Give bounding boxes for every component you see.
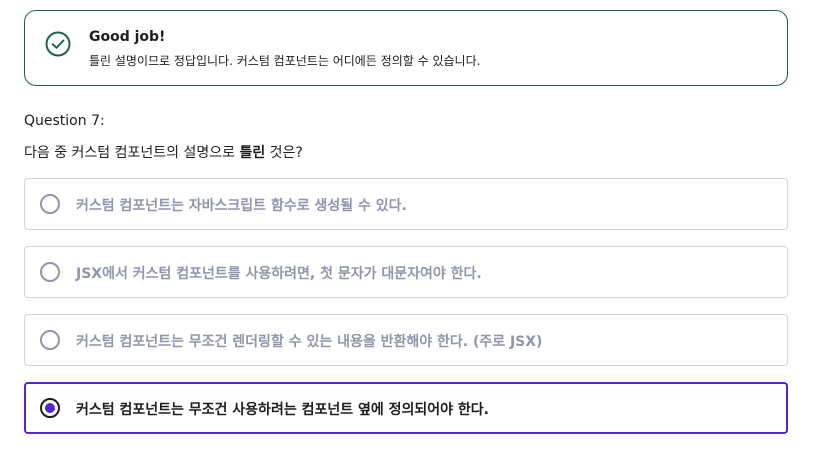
answer-option-4[interactable]: 커스텀 컴포넌트는 무조건 사용하려는 컴포넌트 옆에 정의되어야 한다. — [24, 382, 788, 434]
question-label: Question 7: — [24, 113, 105, 129]
answer-option-label: 커스텀 컴포넌트는 무조건 사용하려는 컴포넌트 옆에 정의되어야 한다. — [76, 402, 489, 418]
question-text: 다음 중 커스텀 컴포넌트의 설명으로 틀린 것은? — [24, 142, 303, 162]
answer-option-label: 커스텀 컴포넌트는 무조건 렌더링할 수 있는 내용을 반환해야 한다. (주로… — [76, 334, 543, 350]
answer-option-label: 커스텀 컴포넌트는 자바스크립트 함수로 생성될 수 있다. — [76, 198, 407, 214]
question-text-before: 다음 중 커스텀 컴포넌트의 설명으로 — [24, 145, 240, 161]
answer-option-2[interactable]: JSX에서 커스텀 컴포넌트를 사용하려면, 첫 문자가 대문자여야 한다. — [24, 246, 788, 298]
feedback-title: Good job! — [89, 29, 166, 45]
radio-button[interactable] — [40, 194, 60, 214]
feedback-alert: Good job! 틀린 설명이므로 정답입니다. 커스텀 컴포넌트는 어디에든… — [24, 10, 788, 86]
radio-button[interactable] — [40, 330, 60, 350]
question-text-emphasis: 틀린 — [239, 145, 266, 161]
question-text-after: 것은? — [265, 145, 303, 161]
check-circle-icon — [45, 31, 71, 57]
radio-button[interactable] — [40, 262, 60, 282]
answer-option-3[interactable]: 커스텀 컴포넌트는 무조건 렌더링할 수 있는 내용을 반환해야 한다. (주로… — [24, 314, 788, 366]
radio-button-selected[interactable] — [40, 398, 60, 418]
answer-option-label: JSX에서 커스텀 컴포넌트를 사용하려면, 첫 문자가 대문자여야 한다. — [76, 266, 482, 282]
feedback-description: 틀린 설명이므로 정답입니다. 커스텀 컴포넌트는 어디에든 정의할 수 있습니… — [89, 54, 481, 68]
answer-option-1[interactable]: 커스텀 컴포넌트는 자바스크립트 함수로 생성될 수 있다. — [24, 178, 788, 230]
